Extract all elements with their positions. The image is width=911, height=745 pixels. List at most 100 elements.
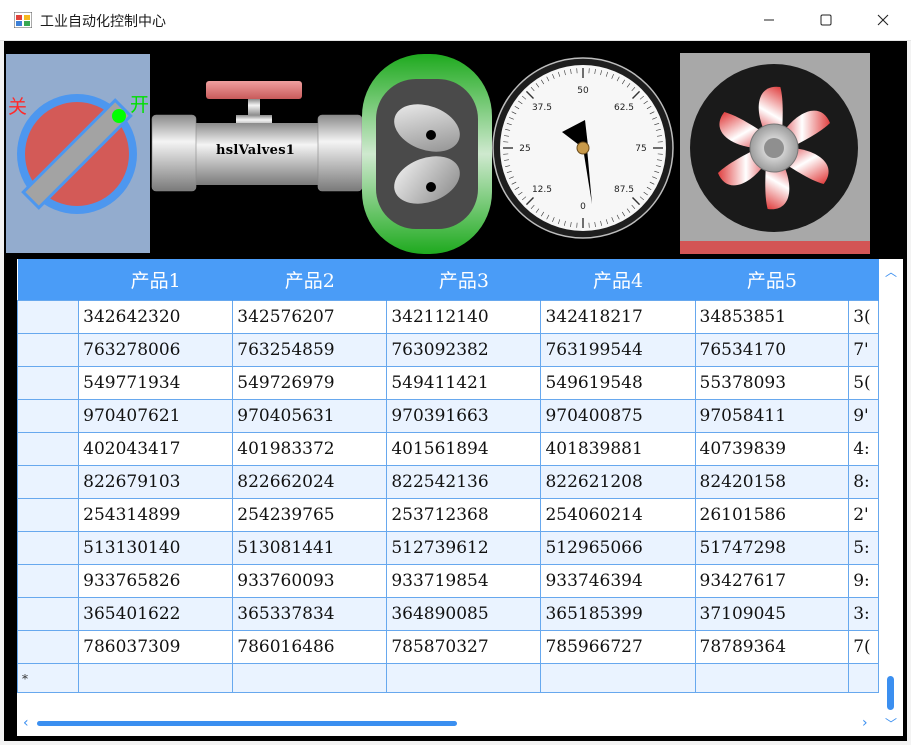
- data-grid[interactable]: 产品1 产品2 产品3 产品4 产品5 342642320 342576207 34…: [17, 259, 879, 731]
- table-cell[interactable]: 549771934: [78, 366, 234, 400]
- table-cell[interactable]: 401561894: [386, 432, 542, 466]
- table-cell[interactable]: [694, 663, 850, 693]
- table-row[interactable]: 822679103 822662024 822542136 822621208 8242…: [17, 465, 879, 499]
- new-row[interactable]: *: [17, 663, 879, 693]
- row-header-cell[interactable]: [17, 432, 80, 466]
- table-cell[interactable]: 785966727: [540, 630, 696, 664]
- table-row[interactable]: 970407621 970405631 970391663 970400875 9705…: [17, 399, 879, 433]
- table-cell[interactable]: 76534170: [694, 333, 850, 367]
- table-cell[interactable]: 365337834: [232, 597, 388, 631]
- column-header-product1[interactable]: 产品1: [78, 259, 234, 301]
- row-header-cell[interactable]: [17, 300, 80, 334]
- table-cell[interactable]: 3(: [848, 300, 879, 334]
- table-cell[interactable]: 342642320: [78, 300, 234, 334]
- vertical-scrollbar[interactable]: ︿ ﹀: [879, 259, 903, 736]
- table-cell[interactable]: 970400875: [540, 399, 696, 433]
- table-row[interactable]: 254314899 254239765 253712368 254060214 2610…: [17, 498, 879, 532]
- horizontal-scroll-thumb[interactable]: [37, 721, 457, 726]
- table-cell[interactable]: 401839881: [540, 432, 696, 466]
- table-cell[interactable]: 254239765: [232, 498, 388, 532]
- table-cell[interactable]: 549726979: [232, 366, 388, 400]
- table-cell[interactable]: 512965066: [540, 531, 696, 565]
- column-header-product4[interactable]: 产品4: [540, 259, 696, 301]
- table-cell[interactable]: 933760093: [232, 564, 388, 598]
- table-cell[interactable]: 513081441: [232, 531, 388, 565]
- table-cell[interactable]: 82420158: [694, 465, 850, 499]
- table-cell[interactable]: 5:: [848, 531, 879, 565]
- table-cell[interactable]: [848, 663, 879, 693]
- table-cell[interactable]: 822621208: [540, 465, 696, 499]
- table-cell[interactable]: 970407621: [78, 399, 234, 433]
- table-row[interactable]: 402043417 401983372 401561894 401839881 4073…: [17, 432, 879, 466]
- table-cell[interactable]: 763254859: [232, 333, 388, 367]
- table-cell[interactable]: 822542136: [386, 465, 542, 499]
- table-cell[interactable]: 970405631: [232, 399, 388, 433]
- table-cell[interactable]: 549619548: [540, 366, 696, 400]
- table-cell[interactable]: 26101586: [694, 498, 850, 532]
- horizontal-scrollbar[interactable]: ‹ ›: [17, 710, 879, 736]
- table-cell[interactable]: 253712368: [386, 498, 542, 532]
- table-cell[interactable]: 37109045: [694, 597, 850, 631]
- chevron-down-icon[interactable]: ﹀: [885, 715, 897, 732]
- table-row[interactable]: 365401622 365337834 364890085 365185399 3710…: [17, 597, 879, 631]
- table-cell[interactable]: [78, 663, 234, 693]
- table-cell[interactable]: 254314899: [78, 498, 234, 532]
- row-header-cell[interactable]: [17, 564, 80, 598]
- table-cell[interactable]: 933719854: [386, 564, 542, 598]
- table-cell[interactable]: 8:: [848, 465, 879, 499]
- column-header-product6[interactable]: [848, 259, 879, 301]
- row-header-cell[interactable]: [17, 366, 80, 400]
- table-cell[interactable]: 2': [848, 498, 879, 532]
- row-header-cell[interactable]: [17, 465, 80, 499]
- column-header-product5[interactable]: 产品5: [695, 259, 850, 301]
- row-header-cell[interactable]: [17, 498, 80, 532]
- table-cell[interactable]: 401983372: [232, 432, 388, 466]
- table-cell[interactable]: 822662024: [232, 465, 388, 499]
- row-header-cell[interactable]: [17, 630, 80, 664]
- table-cell[interactable]: 785870327: [386, 630, 542, 664]
- chevron-right-icon[interactable]: ›: [862, 715, 868, 731]
- table-cell[interactable]: 55378093: [694, 366, 850, 400]
- minimize-button[interactable]: [740, 0, 798, 40]
- rotary-switch[interactable]: 关 开: [6, 54, 150, 253]
- row-header-cell[interactable]: [17, 399, 80, 433]
- table-cell[interactable]: 365401622: [78, 597, 234, 631]
- table-cell[interactable]: 78789364: [694, 630, 850, 664]
- chevron-left-icon[interactable]: ‹: [23, 715, 29, 731]
- table-cell[interactable]: 342112140: [386, 300, 542, 334]
- table-cell[interactable]: 402043417: [78, 432, 234, 466]
- table-cell[interactable]: 513130140: [78, 531, 234, 565]
- table-cell[interactable]: 786016486: [232, 630, 388, 664]
- table-row[interactable]: 549771934 549726979 549411421 549619548 5537…: [17, 366, 879, 400]
- table-row[interactable]: 933765826 933760093 933719854 933746394 9342…: [17, 564, 879, 598]
- table-cell[interactable]: 970391663: [386, 399, 542, 433]
- row-header-cell[interactable]: [17, 597, 80, 631]
- table-cell[interactable]: 5(: [848, 366, 879, 400]
- table-cell[interactable]: 9': [848, 399, 879, 433]
- table-cell[interactable]: 364890085: [386, 597, 542, 631]
- table-cell[interactable]: 763199544: [540, 333, 696, 367]
- table-cell[interactable]: 3:: [848, 597, 879, 631]
- table-cell[interactable]: 763278006: [78, 333, 234, 367]
- close-button[interactable]: [854, 0, 911, 40]
- table-cell[interactable]: 786037309: [78, 630, 234, 664]
- table-cell[interactable]: 933746394: [540, 564, 696, 598]
- table-cell[interactable]: 7': [848, 333, 879, 367]
- table-row[interactable]: 763278006 763254859 763092382 763199544 7653…: [17, 333, 879, 367]
- table-cell[interactable]: 933765826: [78, 564, 234, 598]
- row-header-cell[interactable]: [17, 333, 80, 367]
- table-cell[interactable]: 97058411: [694, 399, 850, 433]
- table-cell[interactable]: 34853851: [694, 300, 850, 334]
- column-header-product3[interactable]: 产品3: [386, 259, 542, 301]
- table-cell[interactable]: [540, 663, 696, 693]
- table-cell[interactable]: 254060214: [540, 498, 696, 532]
- table-row[interactable]: 342642320 342576207 342112140 342418217 3485…: [17, 300, 879, 334]
- table-cell[interactable]: [386, 663, 542, 693]
- table-cell[interactable]: 822679103: [78, 465, 234, 499]
- maximize-button[interactable]: [797, 0, 855, 40]
- table-cell[interactable]: [232, 663, 388, 693]
- table-cell[interactable]: 365185399: [540, 597, 696, 631]
- table-cell[interactable]: 93427617: [694, 564, 850, 598]
- table-cell[interactable]: 512739612: [386, 531, 542, 565]
- table-cell[interactable]: 342576207: [232, 300, 388, 334]
